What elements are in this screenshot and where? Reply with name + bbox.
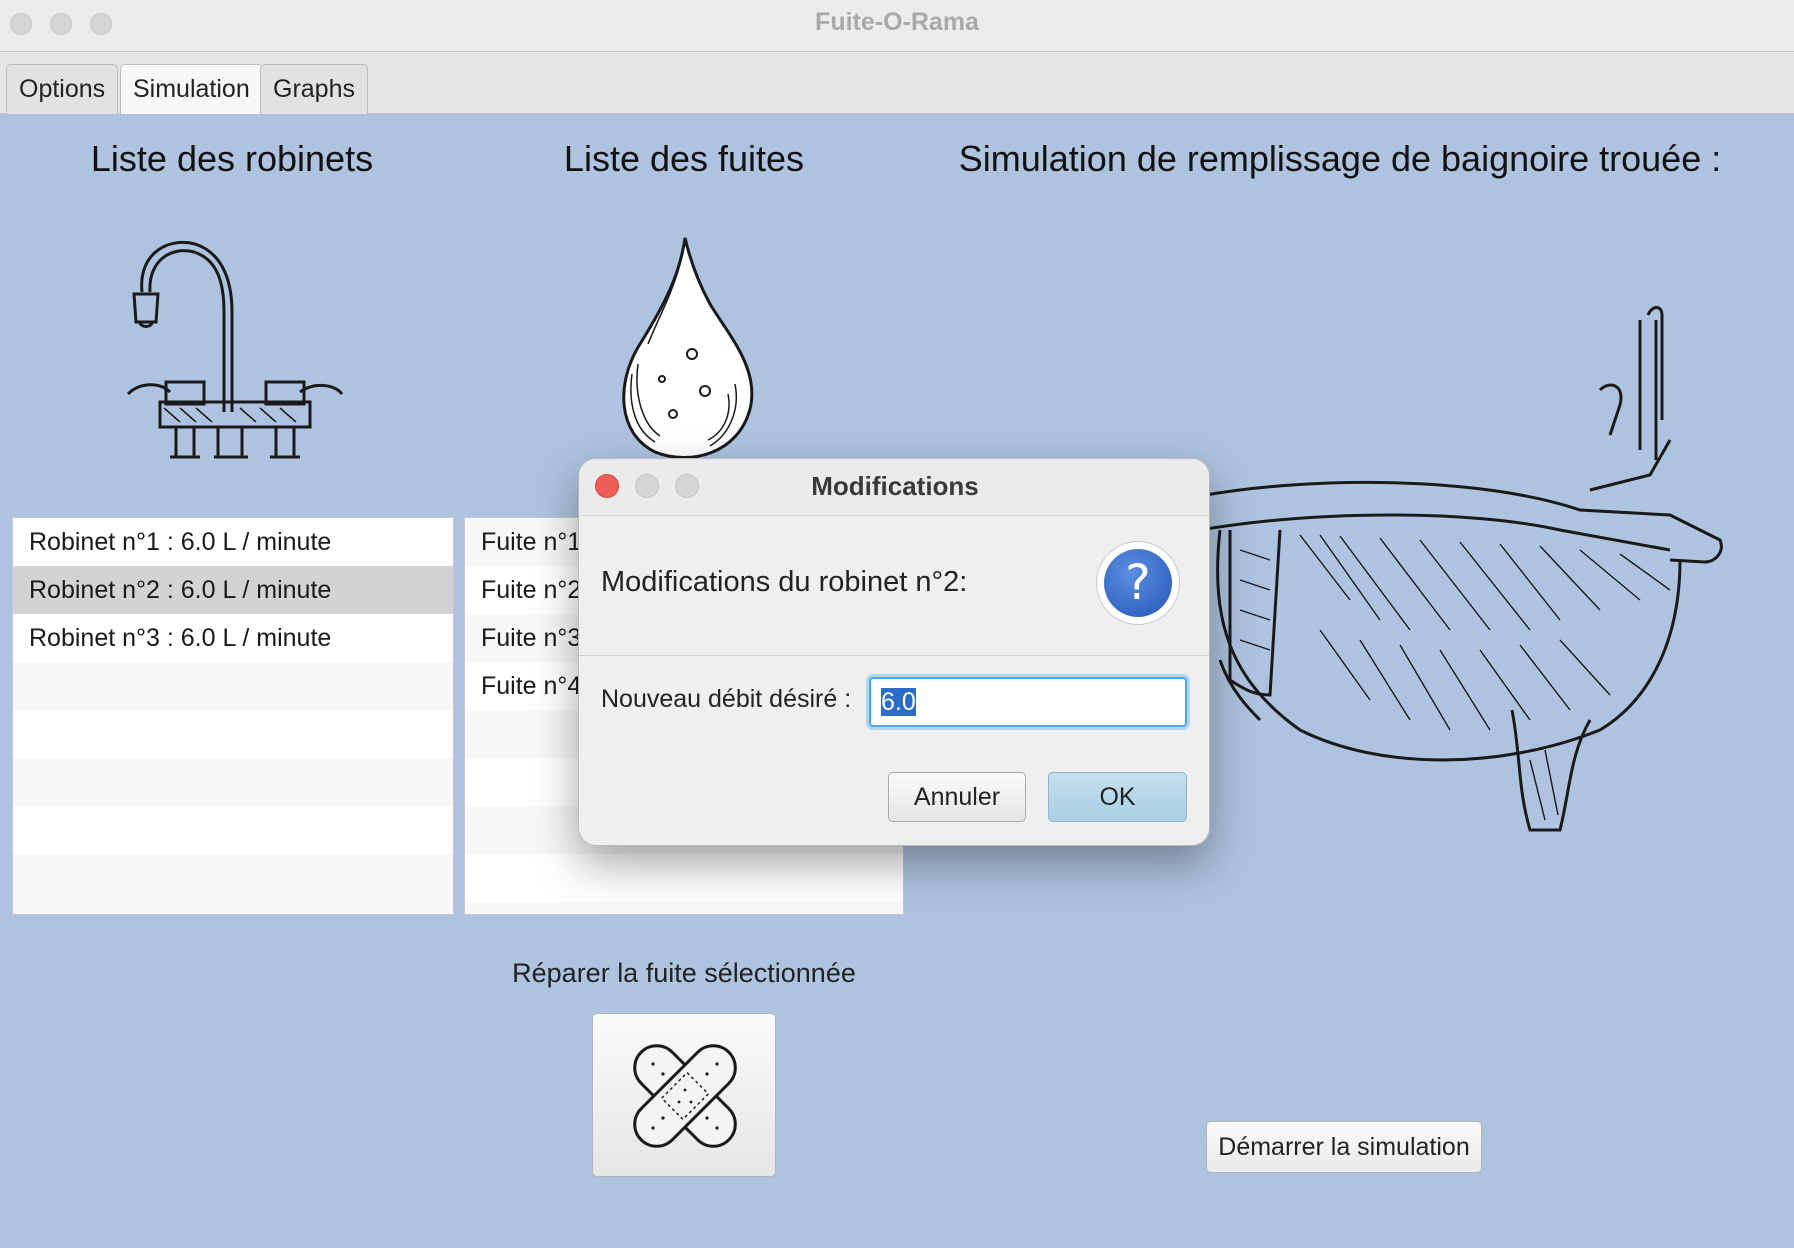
- tab-graphs[interactable]: Graphs: [260, 64, 368, 114]
- simulation-heading: Simulation de remplissage de baignoire t…: [958, 138, 1722, 179]
- flow-rate-label: Nouveau débit désiré :: [601, 685, 852, 713]
- repair-leak-button[interactable]: [592, 1013, 776, 1177]
- faucet-icon: [126, 240, 344, 459]
- empty-row: [13, 758, 453, 806]
- faucets-heading: Liste des robinets: [90, 138, 374, 179]
- flow-rate-input[interactable]: 6.0: [869, 677, 1187, 727]
- empty-row: [13, 662, 453, 710]
- dialog-header: Modifications du robinet n°2: ?: [579, 516, 1209, 656]
- faucet-list[interactable]: Robinet n°1 : 6.0 L / minute Robinet n°2…: [12, 517, 454, 915]
- water-drop-icon: [622, 237, 754, 460]
- bandage-icon: [633, 1044, 737, 1148]
- empty-row: [13, 854, 453, 902]
- window-title: Fuite-O-Rama: [815, 8, 979, 36]
- dialog-message: Modifications du robinet n°2:: [601, 566, 968, 598]
- list-item[interactable]: Robinet n°2 : 6.0 L / minute: [13, 566, 453, 614]
- bathtub-icon: [1200, 306, 1723, 832]
- ok-button[interactable]: OK: [1048, 772, 1187, 822]
- repair-label: Réparer la fuite sélectionnée: [512, 958, 856, 988]
- empty-row: [13, 710, 453, 758]
- list-item[interactable]: Robinet n°3 : 6.0 L / minute: [13, 614, 453, 662]
- start-simulation-button[interactable]: Démarrer la simulation: [1206, 1121, 1482, 1173]
- question-icon: ?: [1096, 541, 1180, 625]
- tab-simulation[interactable]: Simulation: [120, 64, 263, 114]
- window-titlebar: Fuite-O-Rama: [0, 0, 1794, 52]
- cancel-button[interactable]: Annuler: [888, 772, 1026, 822]
- tab-bar: Options Simulation Graphs: [0, 52, 1794, 114]
- tab-options[interactable]: Options: [6, 64, 119, 114]
- question-mark-glyph: ?: [1104, 549, 1172, 617]
- flow-rate-value: 6.0: [881, 688, 916, 716]
- empty-row: [13, 806, 453, 854]
- modifications-dialog: Modifications Modifications du robinet n…: [578, 458, 1210, 846]
- dialog-title: Modifications: [811, 471, 979, 501]
- dialog-titlebar: Modifications: [579, 459, 1209, 516]
- leaks-heading: Liste des fuites: [563, 138, 805, 179]
- list-item[interactable]: Robinet n°1 : 6.0 L / minute: [13, 518, 453, 566]
- empty-row: [465, 854, 903, 902]
